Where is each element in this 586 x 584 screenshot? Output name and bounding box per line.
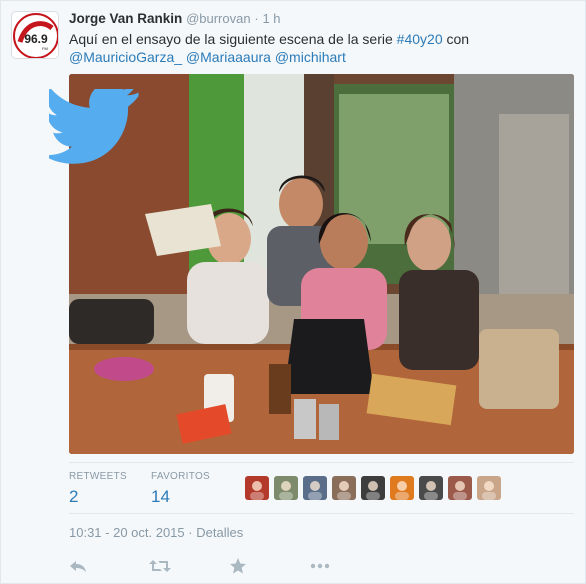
avatar-thumb-1[interactable] xyxy=(245,476,269,500)
avatar-logo-sub: FM xyxy=(42,46,48,51)
timestamp-separator: · xyxy=(188,525,193,540)
more-icon[interactable] xyxy=(309,557,331,577)
favorites-stat[interactable]: FAVORITOS 14 xyxy=(151,471,210,507)
retweets-label: RETWEETS xyxy=(69,471,127,482)
reply-icon[interactable] xyxy=(69,557,87,577)
hashtag-link[interactable]: #40y20 xyxy=(397,31,443,47)
author-handle[interactable]: @burrovan xyxy=(186,11,251,26)
avatar-thumb-7[interactable] xyxy=(419,476,443,500)
mention-link[interactable]: @MauricioGarza_ xyxy=(69,49,182,65)
avatar-thumb-9[interactable] xyxy=(477,476,501,500)
favorites-count[interactable]: 14 xyxy=(151,487,210,507)
tweet-text: Aquí en el ensayo de la siguiente escena… xyxy=(69,30,574,66)
avatar-thumb-6[interactable] xyxy=(390,476,414,500)
author-avatar[interactable]: 96.9 FM xyxy=(11,11,59,59)
favorites-label: FAVORITOS xyxy=(151,471,211,482)
header-separator: · xyxy=(254,11,259,26)
retweets-count[interactable]: 2 xyxy=(69,487,127,507)
retweet-icon[interactable] xyxy=(149,557,171,577)
tweet-time[interactable]: 1 h xyxy=(262,11,280,26)
tweet-text-tail: con xyxy=(442,31,470,47)
favoriters-list xyxy=(245,476,506,500)
tweet-timestamp: 10:31 - 20 oct. 2015 · Detalles xyxy=(69,525,243,540)
retweets-stat[interactable]: RETWEETS 2 xyxy=(69,471,127,507)
tweet-card: 96.9 FM Jorge Van Rankin @burrovan · 1 h… xyxy=(0,0,586,584)
favorite-icon[interactable] xyxy=(229,557,247,577)
avatar-thumb-4[interactable] xyxy=(332,476,356,500)
tweet-actions xyxy=(69,557,369,577)
tweet-text-body: Aquí en el ensayo de la siguiente escena… xyxy=(69,31,397,47)
mention-link[interactable]: @Mariaaaura xyxy=(186,49,271,65)
mention-link[interactable]: @michihart xyxy=(275,49,346,65)
tweet-photo[interactable] xyxy=(69,74,574,454)
tweet-datetime[interactable]: 10:31 - 20 oct. 2015 xyxy=(69,525,185,540)
avatar-thumb-3[interactable] xyxy=(303,476,327,500)
tweet-stats: RETWEETS 2 FAVORITOS 14 xyxy=(69,462,574,514)
avatar-thumb-2[interactable] xyxy=(274,476,298,500)
tweet-header: Jorge Van Rankin @burrovan · 1 h xyxy=(69,11,281,26)
avatar-logo-text: 96.9 xyxy=(24,32,48,46)
details-link[interactable]: Detalles xyxy=(196,525,243,540)
author-name[interactable]: Jorge Van Rankin xyxy=(69,11,182,26)
avatar-thumb-8[interactable] xyxy=(448,476,472,500)
twitter-bird-icon xyxy=(43,83,141,167)
avatar-thumb-5[interactable] xyxy=(361,476,385,500)
